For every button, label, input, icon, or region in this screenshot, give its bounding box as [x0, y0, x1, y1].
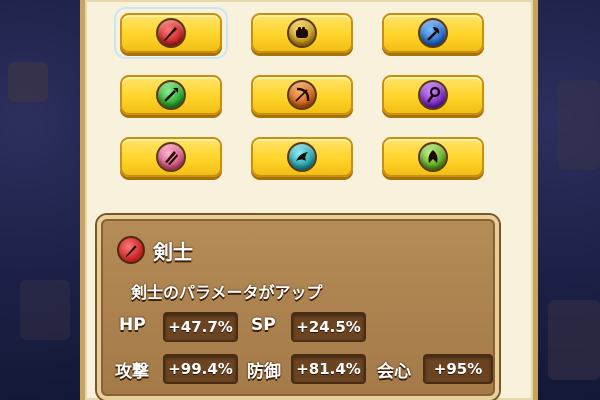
background-rock [8, 62, 48, 102]
class-button-mage[interactable] [382, 75, 484, 115]
stat-value-sp: +24.5% [291, 312, 366, 342]
background-rock [548, 300, 600, 380]
fist-icon [287, 18, 317, 48]
class-button-healer[interactable] [382, 137, 484, 177]
stat-value-hp: +47.7% [163, 312, 238, 342]
staff-icon [418, 80, 448, 110]
sword-icon [117, 236, 145, 264]
class-button-swordsman[interactable] [114, 7, 228, 59]
claw-icon [287, 142, 317, 172]
twin-blade-icon [156, 142, 186, 172]
spear-icon [156, 80, 186, 110]
class-description: 剣士のパラメータがアップ [131, 283, 323, 302]
stat-label-sp: SP [251, 315, 276, 335]
stat-value-defense: +81.4% [291, 354, 366, 384]
class-button-lancer[interactable] [120, 75, 222, 115]
background-rock [558, 80, 600, 170]
class-info-box: 剣士 剣士のパラメータがアップ HP +47.7% SP +24.5% 攻撃 +… [97, 215, 499, 400]
class-select-panel: 剣士 剣士のパラメータがアップ HP +47.7% SP +24.5% 攻撃 +… [80, 0, 538, 400]
leaf-icon [418, 142, 448, 172]
background-rock [20, 280, 70, 340]
stat-value-attack: +99.4% [163, 354, 238, 384]
class-button-grid [85, 0, 533, 200]
info-header: 剣士 [117, 235, 193, 265]
background-left [0, 0, 80, 400]
class-button-beast[interactable] [251, 137, 353, 177]
stat-value-critical: +95% [423, 354, 493, 384]
bow-icon [287, 80, 317, 110]
stat-label-defense: 防御 [247, 362, 281, 382]
class-button-axeman[interactable] [382, 13, 484, 53]
stat-label-hp: HP [119, 315, 146, 335]
class-name: 剣士 [153, 239, 193, 264]
stat-label-critical: 会心 [377, 362, 411, 382]
axe-icon [418, 18, 448, 48]
class-button-dual-blade[interactable] [120, 137, 222, 177]
stat-label-attack: 攻撃 [115, 362, 149, 382]
background-right [538, 0, 600, 400]
class-button-archer[interactable] [251, 75, 353, 115]
class-button-warrior[interactable] [251, 13, 353, 53]
sword-icon [156, 18, 186, 48]
